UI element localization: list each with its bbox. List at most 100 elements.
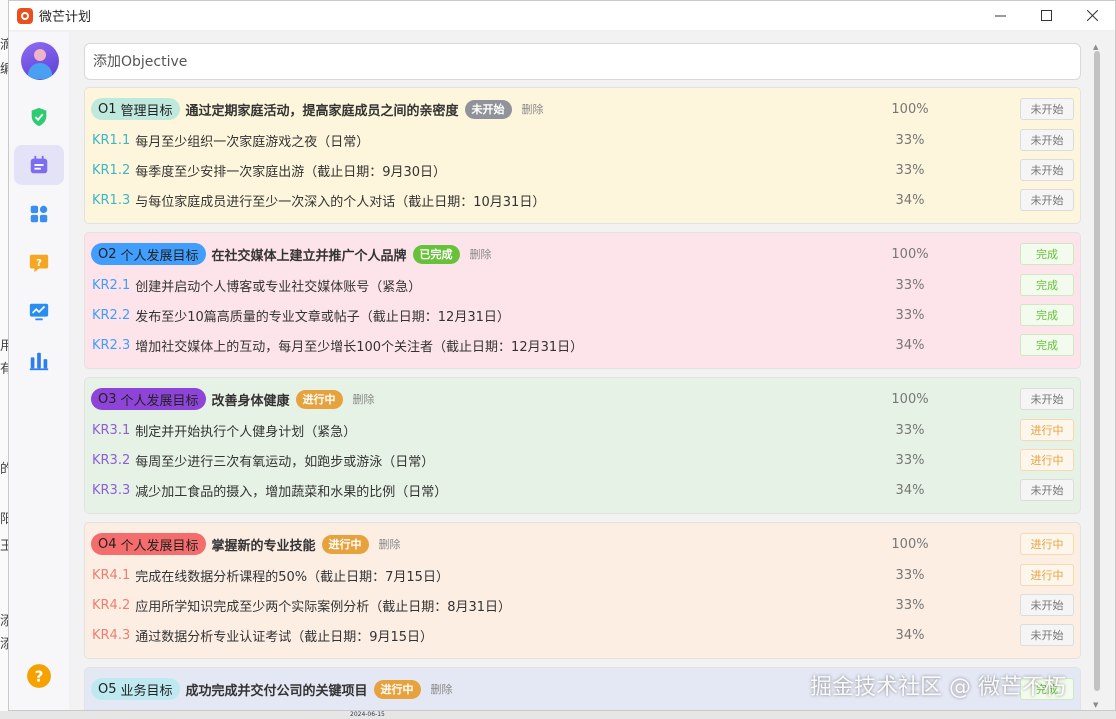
nav-item-stats[interactable] xyxy=(14,341,64,381)
objective-code: O1 xyxy=(98,101,117,117)
kr-percent: 33% xyxy=(895,422,925,438)
watermark: 掘金技术社区 @ 微芒不朽 xyxy=(810,675,1066,700)
kr-state-button[interactable]: 未开始 xyxy=(1020,129,1074,151)
objective-title: 成功完成并交付公司的关键项目 xyxy=(185,683,368,699)
kr-row: KR4.3 通过数据分析专业认证考试（截止日期：9月15日） 34% 未开始 xyxy=(85,620,1082,650)
scroll-up-icon[interactable]: ▲ xyxy=(1093,43,1098,51)
kr-code: KR3.3 xyxy=(92,482,131,498)
scrollbar-thumb[interactable] xyxy=(1094,51,1100,691)
kr-state-button[interactable]: 进行中 xyxy=(1020,449,1074,471)
kr-row: KR4.2 应用所学知识完成至少两个实际案例分析（截止日期：8月31日） 33% 未开… xyxy=(85,590,1082,620)
kr-state-button[interactable]: 进行中 xyxy=(1020,419,1074,441)
objective-percent: 100% xyxy=(891,391,929,407)
kr-state-button[interactable]: 未开始 xyxy=(1020,479,1074,501)
add-objective-input[interactable] xyxy=(84,43,1081,80)
kr-state-button[interactable]: 完成 xyxy=(1020,334,1074,356)
nav-item-plan[interactable] xyxy=(14,145,64,185)
kr-state-button[interactable]: 未开始 xyxy=(1020,159,1074,181)
kr-text: 发布至少10篇高质量的专业文章或帖子（截止日期：12月31日） xyxy=(135,309,510,325)
objective-code: O3 xyxy=(98,391,117,407)
kr-row: KR2.3 增加社交媒体上的互动，每月至少增长100个关注者（截止日期：12月31… xyxy=(85,330,1082,360)
objective-tag: O5 业务目标 xyxy=(91,678,180,700)
kr-code: KR3.2 xyxy=(92,452,131,468)
objective-state-button[interactable]: 完成 xyxy=(1020,243,1074,265)
app-logo-icon xyxy=(17,7,33,24)
delete-link[interactable]: 删除 xyxy=(431,681,453,697)
kr-text: 减少加工食品的摄入，增加蔬菜和水果的比例（日常） xyxy=(135,484,448,500)
app-title: 微芒计划 xyxy=(39,10,92,25)
minimize-button[interactable] xyxy=(977,1,1023,31)
kr-row: KR1.3 与每位家庭成员进行至少一次深入的个人对话（截止日期：10月31日） 34… xyxy=(85,185,1082,215)
maximize-button[interactable] xyxy=(1023,1,1069,31)
kr-percent: 33% xyxy=(895,277,925,293)
objective-header: O2 个人发展目标 在社交媒体上建立并推广个人品牌 已完成 删除 100% 完成 xyxy=(85,239,1082,269)
kr-code: KR4.1 xyxy=(92,567,131,583)
nav-item-help[interactable]: ? xyxy=(14,656,64,696)
background-taskbar: 2024-06-15 xyxy=(0,711,1116,719)
delete-link[interactable]: 删除 xyxy=(353,391,375,407)
kr-row: KR2.1 创建并启动个人博客或专业社交媒体账号（紧急） 33% 完成 xyxy=(85,270,1082,300)
objective-category: 个人发展目标 xyxy=(120,538,199,554)
kr-state-button[interactable]: 未开始 xyxy=(1020,624,1074,646)
objective-state-button[interactable]: 进行中 xyxy=(1020,533,1074,555)
objective-title: 通过定期家庭活动，提高家庭成员之间的亲密度 xyxy=(185,103,459,119)
objective-title: 掌握新的专业技能 xyxy=(211,538,316,554)
avatar[interactable] xyxy=(21,42,59,80)
kr-text: 每周至少进行三次有氧运动，如跑步或游泳（日常） xyxy=(135,454,435,470)
kr-state-button[interactable]: 完成 xyxy=(1020,274,1074,296)
close-icon xyxy=(1086,10,1098,21)
objective-card: O1 管理目标 通过定期家庭活动，提高家庭成员之间的亲密度 未开始 删除 100% 未开始 K… xyxy=(84,87,1081,224)
kr-text: 增加社交媒体上的互动，每月至少增长100个关注者（截止日期：12月31日） xyxy=(135,339,584,355)
kr-code: KR1.2 xyxy=(92,162,131,178)
kr-code: KR4.3 xyxy=(92,627,131,643)
kr-code: KR1.3 xyxy=(92,192,131,208)
kr-row: KR1.2 每季度至少安排一次家庭出游（截止日期：9月30日） 33% 未开始 xyxy=(85,155,1082,185)
bar-chart-icon xyxy=(29,352,49,371)
objective-percent: 100% xyxy=(891,101,929,117)
nav-item-faq[interactable]: ? xyxy=(14,243,64,283)
objective-header: O4 个人发展目标 掌握新的专业技能 进行中 删除 100% 进行中 xyxy=(85,529,1082,559)
objective-state-button[interactable]: 未开始 xyxy=(1020,98,1074,120)
kr-text: 通过数据分析专业认证考试（截止日期：9月15日） xyxy=(135,629,434,645)
calendar-icon xyxy=(30,155,48,174)
kr-percent: 33% xyxy=(895,132,925,148)
kr-state-button[interactable]: 未开始 xyxy=(1020,189,1074,211)
objective-code: O2 xyxy=(98,246,117,262)
kr-percent: 34% xyxy=(895,337,925,353)
scroll-down-icon[interactable]: ▼ xyxy=(1093,701,1098,709)
kr-percent: 33% xyxy=(895,452,925,468)
nav-item-apps[interactable] xyxy=(14,194,64,234)
svg-text:?: ? xyxy=(35,667,44,685)
kr-state-button[interactable]: 完成 xyxy=(1020,304,1074,326)
status-badge: 进行中 xyxy=(321,534,369,554)
kr-row: KR4.1 完成在线数据分析课程的50%（截止日期：7月15日） 33% 进行中 xyxy=(85,560,1082,590)
maximize-icon xyxy=(1040,10,1052,21)
nav-item-monitor[interactable] xyxy=(14,292,64,332)
kr-state-button[interactable]: 进行中 xyxy=(1020,564,1074,586)
kr-text: 与每位家庭成员进行至少一次深入的个人对话（截止日期：10月31日） xyxy=(135,194,546,210)
objective-header: O3 个人发展目标 改善身体健康 进行中 删除 100% 未开始 xyxy=(85,384,1082,414)
kr-state-button[interactable]: 未开始 xyxy=(1020,594,1074,616)
delete-link[interactable]: 删除 xyxy=(379,536,401,552)
window-controls xyxy=(977,1,1115,31)
objective-tag: O1 管理目标 xyxy=(91,98,180,120)
objective-state-button[interactable]: 未开始 xyxy=(1020,388,1074,410)
kr-percent: 34% xyxy=(895,627,925,643)
nav-item-security[interactable] xyxy=(14,97,64,137)
kr-code: KR1.1 xyxy=(92,132,131,148)
scrollbar[interactable]: ▲ ▼ xyxy=(1092,43,1102,710)
kr-percent: 33% xyxy=(895,162,925,178)
title-bar[interactable]: 微芒计划 xyxy=(9,1,1115,31)
objective-category: 业务目标 xyxy=(120,683,173,699)
delete-link[interactable]: 删除 xyxy=(522,101,544,117)
objective-category: 个人发展目标 xyxy=(120,393,199,409)
kr-row: KR2.2 发布至少10篇高质量的专业文章或帖子（截止日期：12月31日） 33% 完… xyxy=(85,300,1082,330)
kr-row: KR3.3 减少加工食品的摄入，增加蔬菜和水果的比例（日常） 34% 未开始 xyxy=(85,475,1082,505)
kr-percent: 33% xyxy=(895,307,925,323)
close-button[interactable] xyxy=(1069,1,1115,31)
sidebar: ? ? xyxy=(9,32,69,710)
objective-tag: O2 个人发展目标 xyxy=(91,243,206,265)
kr-code: KR2.1 xyxy=(92,277,131,293)
app-window: 微芒计划 ? ? 添加Objective O1 管理目标 通过定期家庭活动，提高… xyxy=(8,0,1116,711)
delete-link[interactable]: 删除 xyxy=(470,246,492,262)
